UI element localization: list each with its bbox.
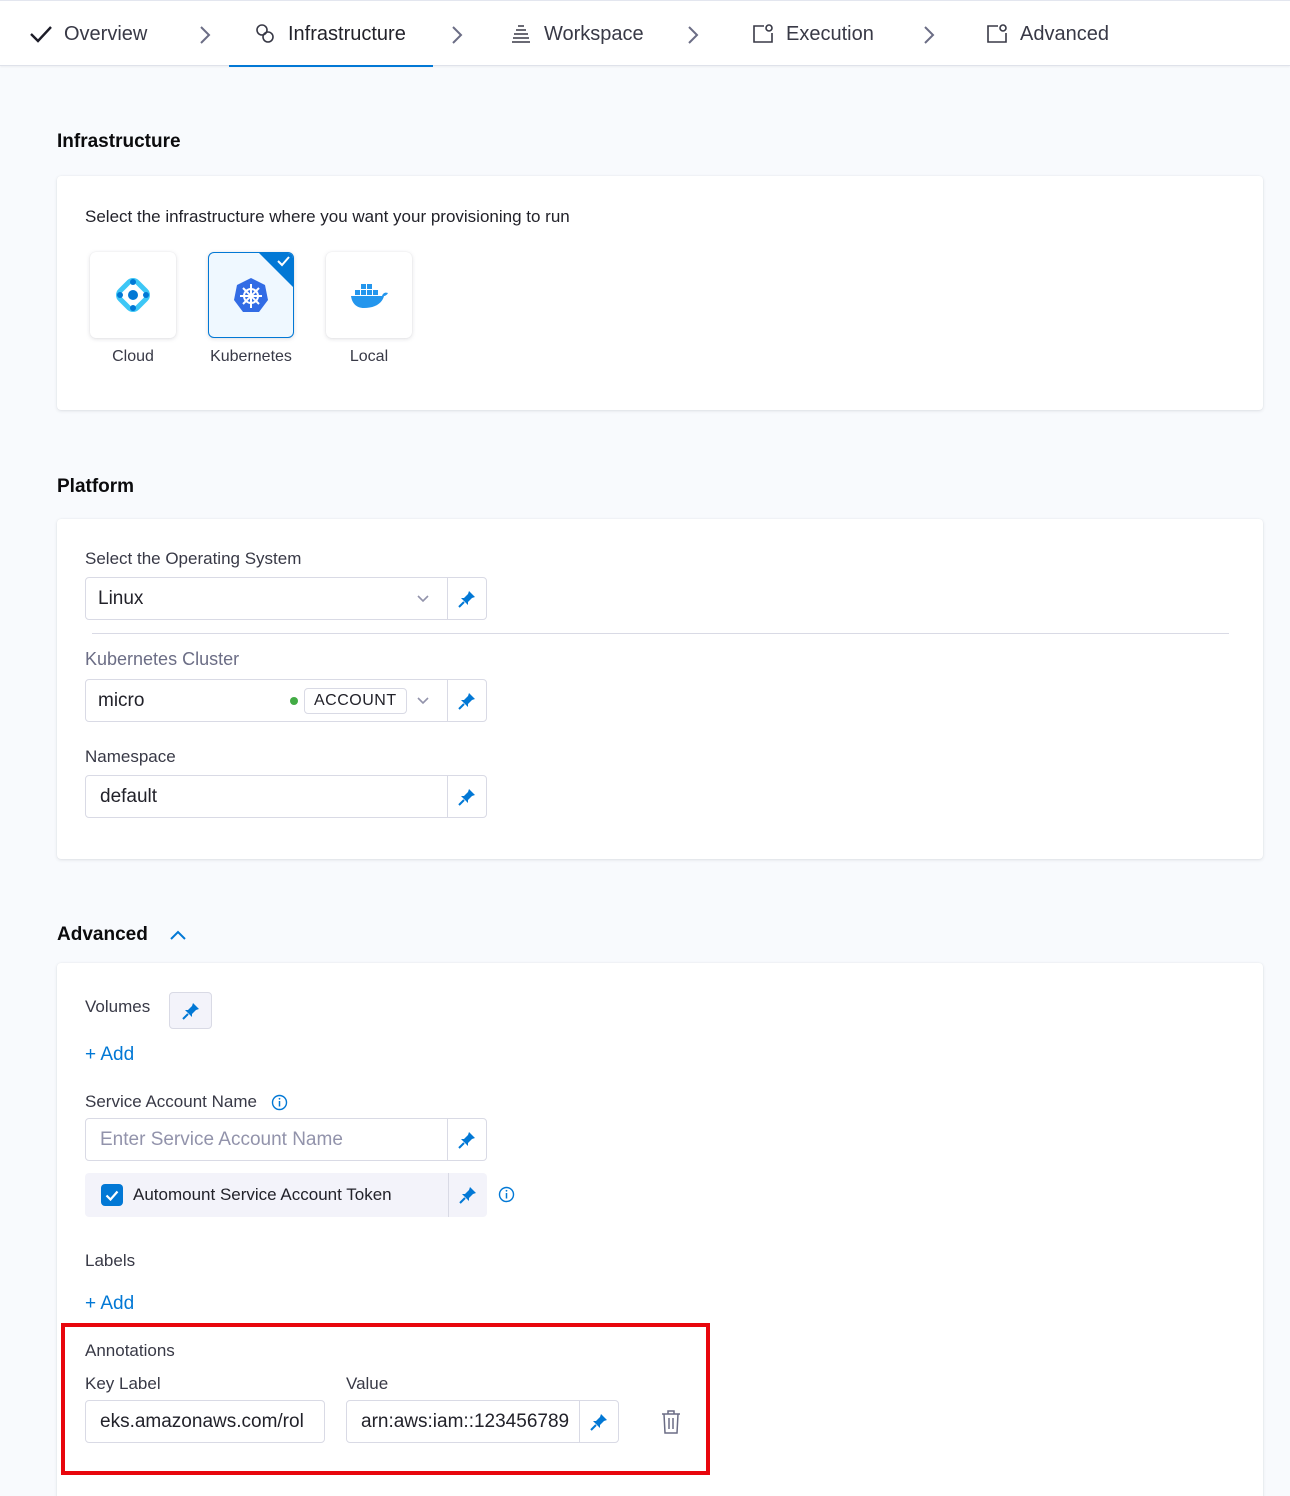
pin-icon: [458, 692, 475, 710]
step-label: Workspace: [544, 22, 644, 45]
service-account-label: Service Account Name: [85, 1092, 257, 1111]
step-label: Advanced: [1020, 22, 1109, 45]
chevron-down-icon: [417, 697, 429, 705]
annotations-highlight-box: [61, 1323, 710, 1475]
active-step-indicator: [229, 65, 433, 67]
step-overview[interactable]: Overview: [28, 1, 147, 67]
checkmark-icon: [28, 21, 54, 47]
pin-icon: [459, 1187, 476, 1204]
chevron-right-icon: [200, 26, 211, 44]
advanced-icon: [984, 21, 1010, 47]
cluster-label: Kubernetes Cluster: [85, 649, 240, 669]
chevron-right-icon: [452, 26, 463, 44]
pin-icon: [458, 788, 475, 806]
platform-section-title: Platform: [57, 476, 135, 497]
wizard-stepper: Overview Infrastructure Workspace Execut…: [0, 0, 1290, 67]
add-label-link[interactable]: + Add: [85, 1293, 134, 1315]
runtime-input-pin-button[interactable]: [447, 776, 486, 817]
step-label: Infrastructure: [288, 22, 406, 45]
pin-icon: [458, 590, 475, 608]
runtime-input-pin-button[interactable]: [447, 680, 486, 721]
cluster-value: micro: [98, 689, 145, 711]
infra-option-kubernetes[interactable]: [208, 252, 294, 338]
connectivity-status-dot: [290, 697, 298, 705]
info-icon[interactable]: [271, 1094, 288, 1111]
scope-badge: ACCOUNT: [304, 688, 407, 714]
infra-option-cloud[interactable]: [90, 252, 176, 338]
runtime-input-pin-button[interactable]: [447, 578, 486, 619]
chevron-right-icon: [924, 26, 935, 44]
service-account-input[interactable]: Enter Service Account Name: [85, 1118, 487, 1161]
infra-option-label: Local: [349, 348, 389, 365]
infrastructure-section-title: Infrastructure: [57, 131, 181, 152]
automount-token-label: Automount Service Account Token: [133, 1185, 392, 1204]
automount-token-checkbox[interactable]: [101, 1184, 123, 1206]
step-execution[interactable]: Execution: [750, 1, 874, 67]
infra-option-label: Cloud: [112, 348, 154, 365]
volumes-label: Volumes: [85, 997, 151, 1016]
step-label: Overview: [64, 22, 148, 45]
checkmark-icon: [105, 1190, 119, 1201]
chevron-up-icon[interactable]: [169, 929, 187, 941]
info-icon[interactable]: [498, 1186, 515, 1203]
workspace-icon: [508, 21, 534, 47]
step-workspace[interactable]: Workspace: [508, 1, 644, 67]
chevron-down-icon: [417, 595, 429, 603]
infrastructure-icon: [252, 21, 278, 47]
runtime-input-pin-button[interactable]: [448, 1173, 487, 1217]
advanced-section-title[interactable]: Advanced: [57, 924, 148, 946]
os-label: Select the Operating System: [85, 549, 302, 568]
step-infrastructure[interactable]: Infrastructure: [252, 1, 406, 67]
execution-icon: [750, 21, 776, 47]
cluster-select[interactable]: micro ACCOUNT: [85, 679, 487, 722]
os-select[interactable]: Linux: [85, 577, 487, 620]
harness-cloud-icon: [116, 278, 150, 312]
namespace-label: Namespace: [85, 747, 176, 766]
runtime-input-pin-button[interactable]: [447, 1119, 486, 1160]
automount-token-row: Automount Service Account Token: [85, 1173, 487, 1217]
infrastructure-card: Select the infrastructure where you want…: [57, 176, 1263, 410]
docker-icon: [351, 284, 388, 308]
step-advanced[interactable]: Advanced: [984, 1, 1109, 67]
chevron-right-icon: [688, 26, 699, 44]
service-account-placeholder: Enter Service Account Name: [100, 1128, 343, 1150]
infra-option-local[interactable]: [326, 252, 412, 338]
volumes-pin-button[interactable]: [169, 992, 212, 1029]
pin-icon: [181, 1002, 199, 1020]
pin-icon: [458, 1131, 475, 1149]
add-volume-link[interactable]: + Add: [85, 1044, 134, 1066]
step-label: Execution: [786, 22, 874, 45]
namespace-value: default: [100, 785, 158, 807]
labels-label: Labels: [85, 1251, 136, 1270]
checkmark-icon: [277, 256, 290, 267]
os-value: Linux: [98, 587, 144, 609]
infrastructure-prompt: Select the infrastructure where you want…: [85, 207, 570, 226]
divider: [92, 633, 1229, 634]
infra-option-label: Kubernetes: [210, 348, 292, 365]
namespace-input[interactable]: default: [85, 775, 487, 818]
